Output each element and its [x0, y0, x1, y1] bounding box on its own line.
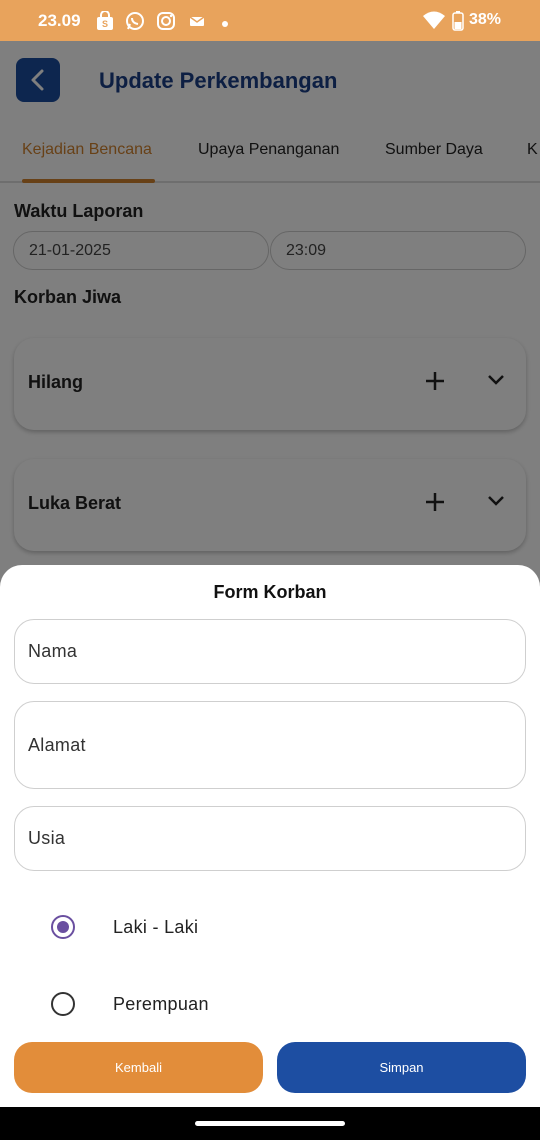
status-time: 23.09: [38, 11, 81, 30]
form-title: Form Korban: [213, 582, 327, 602]
battery-percentage: 38%: [469, 11, 502, 28]
radio-button-checked[interactable]: [51, 915, 75, 939]
home-gesture-handle[interactable]: [195, 1121, 345, 1126]
mail-icon: [188, 11, 208, 31]
back-form-button[interactable]: Kembali: [14, 1042, 263, 1093]
system-nav-bar: [0, 1107, 540, 1140]
name-input[interactable]: Nama: [14, 619, 526, 684]
status-bar: 23.09 S 38%: [0, 0, 540, 41]
address-input[interactable]: Alamat: [14, 701, 526, 789]
save-button[interactable]: Simpan: [277, 1042, 526, 1093]
victim-form-sheet: Form Korban Nama Alamat Usia Laki - Laki…: [0, 565, 540, 1107]
battery-icon: [452, 11, 464, 31]
whatsapp-icon: [125, 11, 145, 31]
radio-button[interactable]: [51, 992, 75, 1016]
radio-label: Laki - Laki: [113, 917, 199, 937]
gender-option-female[interactable]: Perempuan: [0, 979, 540, 1029]
radio-label: Perempuan: [113, 994, 209, 1014]
gender-option-male[interactable]: Laki - Laki: [0, 902, 540, 952]
dot-icon: [222, 16, 230, 27]
shopping-bag-icon: S: [95, 10, 115, 31]
svg-text:S: S: [102, 19, 108, 29]
wifi-icon: [422, 11, 446, 31]
age-input[interactable]: Usia: [14, 806, 526, 871]
instagram-icon: [156, 11, 176, 31]
